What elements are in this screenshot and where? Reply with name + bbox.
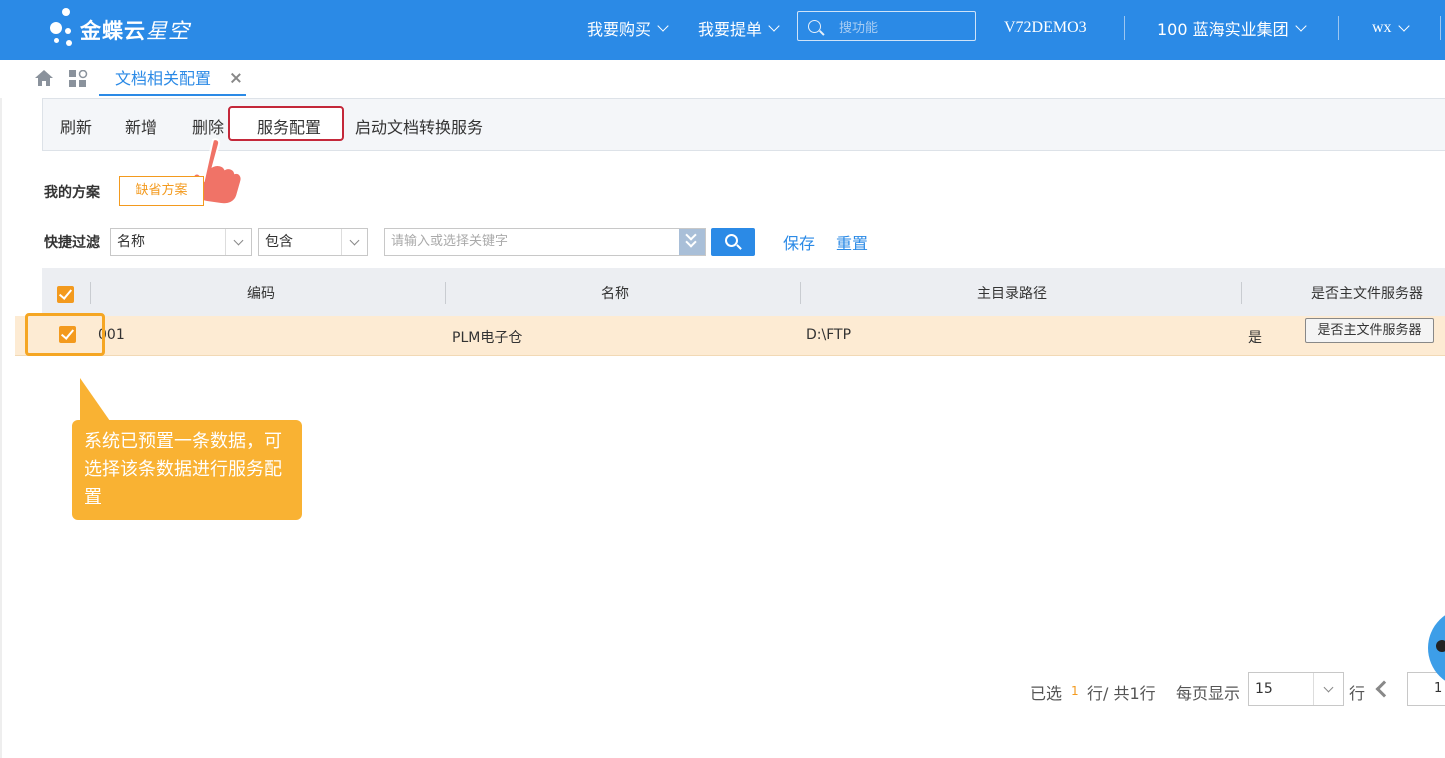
pager-selected-count: 1 [1071,684,1079,698]
save-filter-link[interactable]: 保存 [783,230,815,254]
menu-buy-label: 我要购买 [587,20,652,39]
search-icon [808,19,821,33]
filter-keyword-input[interactable]: 请输入或选择关键字 [384,228,706,256]
apps-icon[interactable] [69,70,89,88]
org-switch[interactable]: 100 蓝海实业集团 [1157,0,1307,56]
select-all-checkbox[interactable] [57,286,74,303]
user-label: wx [1372,19,1392,36]
chevron-down-icon [1397,20,1410,32]
pager-size-label: 每页显示 [1176,684,1241,703]
logo-text: 金蝶云星空 [80,19,190,43]
chevron-left-icon[interactable] [1375,680,1393,698]
function-search-input[interactable]: 搜功能 [797,11,976,41]
column-divider [800,282,801,304]
chevron-down-icon [1294,20,1307,32]
user-menu[interactable]: wx [1372,0,1410,56]
tab-document-config[interactable]: 文档相关配置 [99,60,246,96]
column-header-code[interactable]: 编码 [247,283,275,303]
org-label: 100 蓝海实业集团 [1157,20,1289,39]
start-conversion-button[interactable]: 启动文档转换服务 [355,114,483,138]
quick-filter-label: 快捷过滤 [44,235,100,251]
chevron-down-icon [768,20,780,32]
service-config-button[interactable]: 服务配置 [257,114,321,138]
keyword-placeholder: 请输入或选择关键字 [391,234,509,249]
delete-button[interactable]: 删除 [192,114,224,138]
filter-operator-value: 包含 [265,234,293,250]
chevron-down-icon [1313,673,1343,705]
grid-header: 编码 名称 主目录路径 是否主文件服务器 [42,268,1445,316]
table-row[interactable]: 001 PLM电子仓 D:\FTP 是 [15,316,1445,356]
filter-field-select[interactable]: 名称 [110,228,252,256]
page-size-value: 15 [1255,681,1273,697]
brand-logo[interactable]: 金蝶云星空 [50,8,190,52]
current-page-input[interactable]: 1 [1407,672,1445,706]
refresh-button[interactable]: 刷新 [60,114,92,138]
search-icon [725,234,738,247]
default-plan-tag[interactable]: 缺省方案 [119,176,204,206]
search-placeholder: 搜功能 [839,20,879,36]
cell-is-main: 是 [1248,330,1262,346]
column-header-name[interactable]: 名称 [601,283,629,303]
menu-submit-label: 我要提单 [698,20,763,39]
checkbox-highlight [25,313,105,356]
pager-selected-suffix: 行/ 共1行 [1087,684,1156,703]
logo-dots-icon [50,8,80,52]
assistant-icon [1436,640,1445,652]
cell-path: D:\FTP [806,327,852,343]
callout-tail [80,378,110,421]
reset-filter-link[interactable]: 重置 [836,230,868,254]
add-button[interactable]: 新增 [125,114,157,138]
column-divider [445,282,446,304]
page-size-select[interactable]: 15 [1248,672,1344,706]
pager-rows-unit: 行 [1349,684,1366,703]
tab-label: 文档相关配置 [115,69,212,88]
column-header-is-main[interactable]: 是否主文件服务器 [1311,283,1423,303]
header-divider [1440,16,1441,40]
tab-bar: 文档相关配置 [0,60,1445,98]
menu-submit-ticket[interactable]: 我要提单 [698,0,780,56]
cell-name: PLM电子仓 [452,330,523,346]
filter-operator-select[interactable]: 包含 [258,228,368,256]
close-icon[interactable] [230,72,242,84]
chevron-down-icon [657,20,669,32]
datacenter-switch[interactable]: V72DEMO3 [1004,0,1087,56]
double-chevron-down-icon[interactable] [679,229,705,255]
datacenter-label: V72DEMO3 [1004,19,1087,36]
filter-field-value: 名称 [117,234,145,250]
left-border [0,60,2,758]
chevron-down-icon [341,229,367,255]
my-plan-label: 我的方案 [44,185,100,201]
chevron-down-icon [225,229,251,255]
column-divider [90,282,91,304]
column-header-path[interactable]: 主目录路径 [977,283,1047,303]
header-divider [1338,16,1339,40]
top-header: 金蝶云星空 我要购买 我要提单 搜功能 V72DEMO3 100 蓝海实业集团 … [0,0,1445,60]
set-main-server-button[interactable]: 是否主文件服务器 [1305,318,1434,343]
header-divider [1124,16,1125,40]
home-icon[interactable] [35,70,53,86]
column-divider [1241,282,1242,304]
filter-search-button[interactable] [711,228,755,256]
pager-selected-prefix: 已选 [1030,684,1063,703]
menu-buy[interactable]: 我要购买 [587,0,669,56]
tip-callout: 系统已预置一条数据，可选择该条数据进行服务配置 [72,420,302,520]
